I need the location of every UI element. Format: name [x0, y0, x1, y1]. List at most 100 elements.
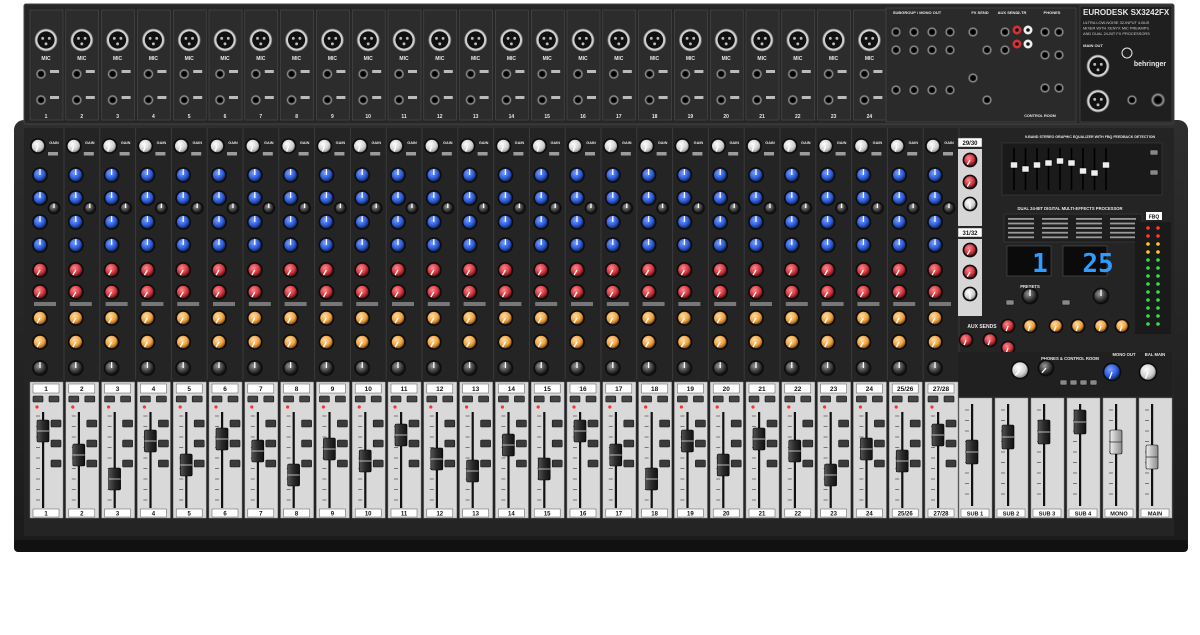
gain-knob[interactable]	[352, 138, 369, 154]
solo-button[interactable]	[84, 395, 96, 403]
aux-1-knob[interactable]	[640, 262, 657, 278]
insert-jack-icon[interactable]	[35, 94, 47, 106]
mute-button[interactable]	[748, 395, 760, 403]
aux-prepost-button[interactable]	[213, 302, 235, 306]
low-cut-button[interactable]	[764, 152, 774, 156]
insert-jack-icon[interactable]	[358, 94, 369, 106]
aux-2-knob[interactable]	[927, 284, 943, 300]
aux-1-knob[interactable]	[246, 262, 263, 278]
bus-1-2-button[interactable]	[874, 419, 885, 428]
aux-prepost-button[interactable]	[463, 302, 486, 306]
geq-band-fader-cap-icon[interactable]	[1021, 165, 1030, 173]
eq-hi-knob[interactable]	[927, 167, 943, 183]
eq-lo-mid-knob[interactable]	[354, 214, 371, 230]
bus-3-4-button[interactable]	[337, 439, 348, 448]
line-input-jack-icon[interactable]	[286, 68, 297, 80]
line-input-jack-icon[interactable]	[214, 68, 226, 80]
insert-jack-icon[interactable]	[787, 94, 798, 106]
bus-3-4-button[interactable]	[659, 439, 670, 448]
mute-button[interactable]	[641, 395, 652, 403]
gain-knob[interactable]	[781, 138, 798, 154]
eq-hi-knob[interactable]	[318, 167, 335, 183]
mic-xlr-input-icon[interactable]	[428, 28, 452, 52]
main-button[interactable]	[372, 459, 384, 468]
freq-knob[interactable]	[727, 201, 741, 215]
bus-1-2-button[interactable]	[695, 419, 706, 428]
eq-low-knob[interactable]	[318, 237, 335, 253]
mute-button[interactable]	[32, 395, 44, 403]
aux-2-knob[interactable]	[783, 284, 800, 300]
freq-knob[interactable]	[83, 201, 97, 215]
fx-2-knob[interactable]	[67, 334, 84, 350]
aux-2-knob[interactable]	[891, 284, 908, 300]
eq-hi-knob[interactable]	[783, 167, 800, 183]
eq-hi-mid-knob[interactable]	[748, 190, 764, 206]
mic-xlr-input-icon[interactable]	[141, 28, 165, 52]
aux-prepost-button[interactable]	[105, 302, 128, 306]
mic-xlr-input-icon[interactable]	[714, 28, 738, 52]
fx-1-knob[interactable]	[67, 310, 84, 326]
eq-low-knob[interactable]	[354, 237, 371, 253]
eq-hi-knob[interactable]	[712, 167, 729, 183]
fx-1-knob[interactable]	[533, 310, 550, 326]
insert-jack-icon[interactable]	[214, 94, 226, 106]
aux-prepost-button[interactable]	[750, 302, 772, 306]
bus-1-2-button[interactable]	[265, 419, 277, 428]
aux-prepost-button[interactable]	[284, 302, 307, 306]
low-cut-button[interactable]	[298, 152, 309, 156]
insert-jack-icon[interactable]	[716, 94, 727, 106]
main-button[interactable]	[444, 459, 456, 468]
phones-level-knob[interactable]	[1010, 360, 1030, 380]
aux-2-knob[interactable]	[282, 284, 299, 300]
fx-1-knob[interactable]	[497, 310, 514, 326]
insert-jack-icon[interactable]	[250, 94, 261, 106]
eq-lo-mid-knob[interactable]	[569, 214, 585, 230]
eq-hi-knob[interactable]	[354, 167, 371, 183]
aux-2-knob[interactable]	[712, 284, 729, 300]
bus-1-2-button[interactable]	[909, 419, 921, 428]
eq-lo-mid-knob[interactable]	[318, 214, 335, 230]
gain-knob[interactable]	[173, 138, 190, 154]
mic-xlr-input-icon[interactable]	[356, 28, 380, 52]
aux-prepost-button[interactable]	[499, 302, 522, 306]
eq-lo-mid-knob[interactable]	[604, 214, 621, 230]
solo-button[interactable]	[872, 395, 883, 403]
fx-1-knob[interactable]	[569, 310, 585, 326]
aux-2-knob[interactable]	[211, 284, 227, 300]
eq-hi-knob[interactable]	[748, 167, 764, 183]
fx-2-knob[interactable]	[569, 334, 585, 350]
eq-hi-knob[interactable]	[819, 167, 836, 183]
bus-1-2-button[interactable]	[838, 419, 849, 428]
eq-low-knob[interactable]	[712, 237, 729, 253]
eq-hi-mid-knob[interactable]	[139, 190, 156, 206]
aux-prepost-button[interactable]	[427, 302, 450, 306]
insert-jack-icon[interactable]	[286, 94, 297, 106]
aux-1-knob[interactable]	[175, 262, 192, 278]
low-cut-button[interactable]	[513, 152, 524, 156]
line-input-jack-icon[interactable]	[608, 68, 619, 80]
sub-out-jack-icon[interactable]	[909, 85, 919, 95]
aux-2-knob[interactable]	[748, 284, 764, 300]
fx-1-knob[interactable]	[103, 310, 120, 326]
geq-band-fader-cap-icon[interactable]	[1033, 161, 1041, 169]
eq-lo-mid-knob[interactable]	[783, 214, 800, 230]
eq-hi-mid-knob[interactable]	[425, 190, 442, 206]
eq-hi-mid-knob[interactable]	[211, 190, 227, 206]
bus-1-2-button[interactable]	[587, 419, 599, 428]
insert-jack-icon[interactable]	[393, 94, 405, 106]
main-button[interactable]	[229, 459, 241, 468]
rca-jack-icon[interactable]	[1012, 25, 1022, 35]
aux-send-master-knob[interactable]	[958, 332, 974, 348]
eq-hi-knob[interactable]	[891, 167, 908, 183]
eq-lo-mid-knob[interactable]	[425, 214, 442, 230]
mute-button[interactable]	[319, 395, 330, 403]
bus-1-2-button[interactable]	[229, 419, 241, 428]
eq-low-knob[interactable]	[497, 237, 514, 253]
eq-hi-knob[interactable]	[604, 167, 621, 183]
mute-button[interactable]	[283, 395, 294, 403]
pan-knob[interactable]	[569, 360, 585, 376]
fx-2-knob[interactable]	[318, 334, 335, 350]
fx-1-knob[interactable]	[712, 310, 729, 326]
fx-1-knob[interactable]	[927, 310, 943, 326]
bus-3-4-button[interactable]	[122, 439, 133, 448]
